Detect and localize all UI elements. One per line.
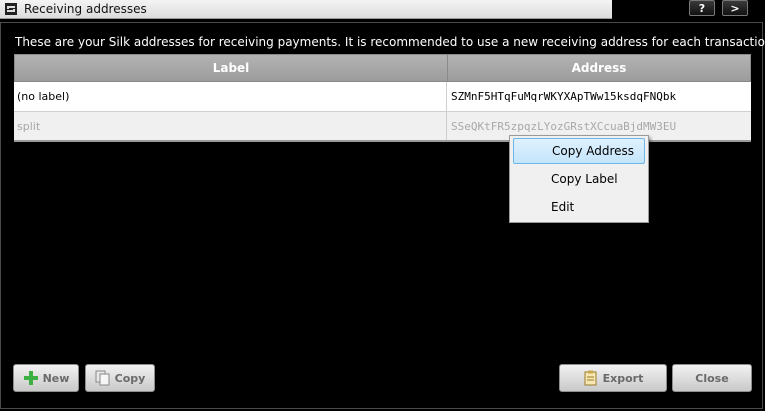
- next-button[interactable]: >: [722, 0, 748, 16]
- export-button-label: Export: [602, 371, 644, 385]
- menu-item-copy-label[interactable]: Copy Label: [513, 166, 645, 192]
- close-button[interactable]: Close: [672, 364, 752, 392]
- title-bar: Receiving addresses: [0, 0, 612, 19]
- copy-icon: [95, 370, 111, 386]
- new-button[interactable]: New: [13, 364, 79, 392]
- copy-button-label: Copy: [114, 371, 146, 385]
- copy-button[interactable]: Copy: [85, 364, 155, 392]
- table-row[interactable]: (no label) SZMnF5HTqFuMqrWKYXApTWw15ksdq…: [14, 82, 751, 112]
- receiving-addresses-window: Receiving addresses ? > These are your S…: [0, 0, 765, 411]
- description-text: These are your Silk addresses for receiv…: [15, 35, 765, 49]
- column-header-label[interactable]: Label: [15, 55, 448, 81]
- export-icon: [583, 370, 599, 386]
- plus-icon: [23, 370, 39, 386]
- app-icon: [4, 2, 18, 16]
- new-button-label: New: [42, 371, 70, 385]
- menu-item-copy-address[interactable]: Copy Address: [513, 138, 645, 164]
- close-button-label: Close: [695, 371, 729, 385]
- table-header: Label Address: [14, 54, 751, 82]
- row-address-cell[interactable]: SZMnF5HTqFuMqrWKYXApTWw15ksdqFNQbk: [447, 82, 751, 111]
- window-title: Receiving addresses: [24, 2, 147, 16]
- export-button[interactable]: Export: [559, 364, 667, 392]
- help-button[interactable]: ?: [689, 0, 715, 16]
- row-label-cell[interactable]: (no label): [14, 82, 447, 111]
- column-header-address[interactable]: Address: [448, 55, 750, 81]
- menu-item-edit[interactable]: Edit: [513, 194, 645, 220]
- context-menu: Copy Address Copy Label Edit: [509, 135, 649, 223]
- addresses-table: Label Address (no label) SZMnF5HTqFuMqrW…: [14, 54, 751, 142]
- row-label-cell[interactable]: split: [14, 112, 447, 140]
